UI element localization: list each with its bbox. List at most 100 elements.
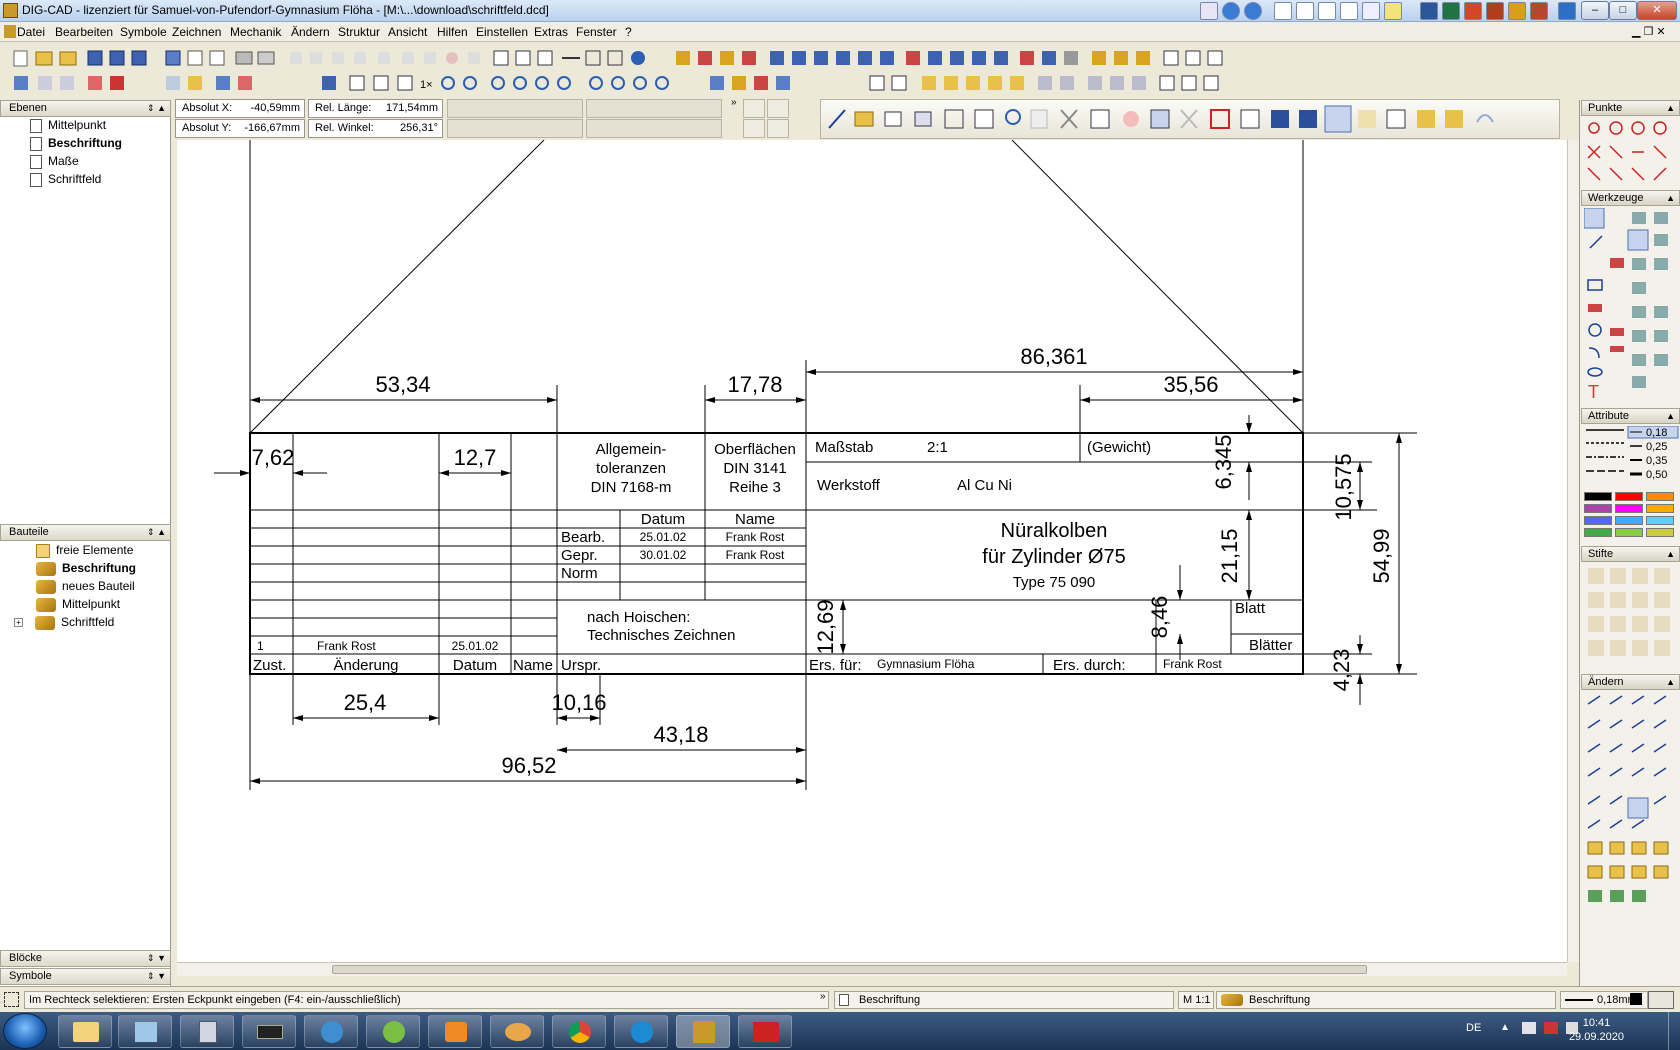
color-swatch[interactable]	[1615, 504, 1643, 513]
paint-task[interactable]	[490, 1015, 544, 1048]
notes-icon[interactable]	[1362, 2, 1380, 20]
part-item-freie-elemente[interactable]: freie Elemente	[36, 542, 133, 559]
tool-icon-small-2[interactable]	[767, 119, 789, 138]
menu-einstellen[interactable]: Einstellen	[476, 25, 528, 39]
ebenen-header[interactable]: Ebenen ⇕ ▲	[0, 100, 171, 117]
layer-item-beschriftung[interactable]: Beschriftung	[30, 135, 122, 152]
tool-icon-small[interactable]	[743, 119, 765, 138]
vertical-scrollbar[interactable]	[1567, 140, 1579, 962]
lw-0-35[interactable]: 0,35	[1646, 455, 1667, 467]
help-icon[interactable]	[1222, 2, 1240, 20]
digcad-task[interactable]	[676, 1015, 730, 1048]
bloecke-header[interactable]: Blöcke ⇕ ▼	[0, 950, 171, 967]
color-swatch[interactable]	[1646, 492, 1674, 501]
attribute-header[interactable]: Attribute ▲	[1581, 408, 1680, 424]
color-swatch[interactable]	[1584, 504, 1612, 513]
color-swatch[interactable]	[1615, 516, 1643, 525]
linetype-selector[interactable]: 0,18 0,25 0,35 0,50	[1584, 426, 1679, 486]
publisher-icon[interactable]	[1508, 2, 1526, 20]
color-palette[interactable]	[1584, 492, 1679, 540]
bauteile-header[interactable]: Bauteile ⇕ ▲	[0, 524, 171, 541]
geogebra-task[interactable]	[366, 1015, 420, 1048]
pane-controls[interactable]: ⇕ ▼	[147, 951, 166, 966]
excel-icon[interactable]	[1442, 2, 1460, 20]
punkte-tools[interactable]	[1584, 118, 1679, 186]
pens-tools[interactable]	[1584, 564, 1679, 664]
tool-icon[interactable]	[1558, 2, 1576, 20]
help-icon-2[interactable]	[1244, 2, 1262, 20]
lw-0-50[interactable]: 0,50	[1646, 469, 1667, 481]
start-button[interactable]	[3, 1013, 47, 1049]
edge-task[interactable]	[614, 1015, 668, 1048]
calendar-icon[interactable]	[1296, 2, 1314, 20]
pane-controls[interactable]: ⇕ ▲	[147, 525, 166, 540]
close-button[interactable]: ✕	[1637, 1, 1677, 20]
abs-y-field[interactable]: Absolut Y: -166,67mm	[175, 119, 305, 138]
punkte-header[interactable]: Punkte ▲	[1581, 100, 1680, 116]
access-icon[interactable]	[1486, 2, 1504, 20]
globe-task[interactable]	[304, 1015, 358, 1048]
powerpoint-icon[interactable]	[1464, 2, 1482, 20]
color-swatch[interactable]	[1646, 528, 1674, 537]
lw-0-18[interactable]: 0,18	[1646, 427, 1667, 439]
part-item-beschriftung[interactable]: Beschriftung	[36, 560, 136, 577]
collapse-icon[interactable]: ▲	[1666, 191, 1675, 205]
show-desktop-button[interactable]	[1668, 1012, 1680, 1050]
color-swatch[interactable]	[1646, 516, 1674, 525]
tray-expand-icon[interactable]: ▲	[1500, 1022, 1510, 1033]
part-item-neues-bauteil[interactable]: neues Bauteil	[36, 578, 135, 595]
menu-mechanik[interactable]: Mechanik	[230, 25, 281, 39]
hand-tool-icon[interactable]	[743, 99, 765, 118]
contacts-icon[interactable]	[1340, 2, 1358, 20]
color-swatch[interactable]	[1615, 492, 1643, 501]
menu-zeichnen[interactable]: Zeichnen	[172, 25, 221, 39]
menu-hilfen[interactable]: Hilfen	[437, 25, 468, 39]
color-swatch[interactable]	[1630, 993, 1642, 1005]
explorer-task[interactable]	[58, 1015, 112, 1048]
stifte-header[interactable]: Stifte ▲	[1581, 546, 1680, 562]
aendern-tools[interactable]	[1584, 692, 1679, 922]
sticky-icon[interactable]	[1384, 2, 1402, 20]
menu-datei[interactable]: Datei	[17, 25, 45, 39]
menu-aendern[interactable]: Ändern	[291, 25, 330, 39]
menu-fenster[interactable]: Fenster	[576, 25, 617, 39]
menu-struktur[interactable]: Struktur	[338, 25, 380, 39]
collapse-icon[interactable]: ▲	[1666, 409, 1675, 423]
pane-controls[interactable]: ⇕ ▼	[147, 969, 166, 984]
rel-length-field[interactable]: Rel. Länge: 171,54mm	[308, 99, 443, 118]
aendern-header[interactable]: Ändern ▲	[1581, 674, 1680, 690]
menu-help[interactable]: ?	[625, 25, 632, 39]
maximize-button[interactable]: □	[1609, 1, 1637, 20]
scroll-thumb[interactable]	[332, 965, 1367, 974]
office-icon[interactable]	[1530, 2, 1548, 20]
lw-0-25[interactable]: 0,25	[1646, 441, 1667, 453]
menu-symbole[interactable]: Symbole	[120, 25, 167, 39]
menu-extras[interactable]: Extras	[534, 25, 568, 39]
bucket-tool-icon[interactable]	[767, 99, 789, 118]
menu-bearbeiten[interactable]: Bearbeiten	[55, 25, 113, 39]
clock[interactable]: 10:41 29.09.2020	[1569, 1016, 1624, 1044]
pane-controls[interactable]: ⇕ ▲	[147, 101, 166, 116]
werkzeuge-tools[interactable]: T	[1584, 208, 1679, 408]
layer-item-mittelpunkt[interactable]: Mittelpunkt	[30, 117, 106, 134]
layer-item-masse[interactable]: Maße	[30, 153, 79, 170]
color-swatch[interactable]	[1646, 504, 1674, 513]
draw-toolbar-icons[interactable]	[821, 100, 1559, 138]
mail-icon[interactable]	[1274, 2, 1292, 20]
werkzeuge-header[interactable]: Werkzeuge ▲	[1581, 190, 1680, 206]
emu-task[interactable]	[738, 1015, 792, 1048]
symbole-header[interactable]: Symbole ⇕ ▼	[0, 968, 171, 985]
drawing-canvas[interactable]: 53,34 17,78 86,361 35,56 7,62 12,7 6,345…	[177, 140, 1567, 962]
network-icon[interactable]	[1522, 1022, 1536, 1034]
flag-icon[interactable]	[1544, 1022, 1558, 1034]
overflow-chevron-icon[interactable]: »	[731, 97, 737, 108]
horizontal-scrollbar[interactable]	[177, 962, 1567, 976]
color-swatch[interactable]	[1615, 528, 1643, 537]
rel-angle-field[interactable]: Rel. Winkel: 256,31°	[308, 119, 443, 138]
layer-item-schriftfeld[interactable]: Schriftfeld	[30, 171, 101, 188]
language-indicator[interactable]: DE	[1466, 1022, 1481, 1034]
toolbar-icons[interactable]: 1×	[0, 43, 1300, 97]
abs-x-field[interactable]: Absolut X: -40,59mm	[175, 99, 305, 118]
collapse-icon[interactable]: ▲	[1666, 101, 1675, 115]
menu-ansicht[interactable]: Ansicht	[388, 25, 427, 39]
